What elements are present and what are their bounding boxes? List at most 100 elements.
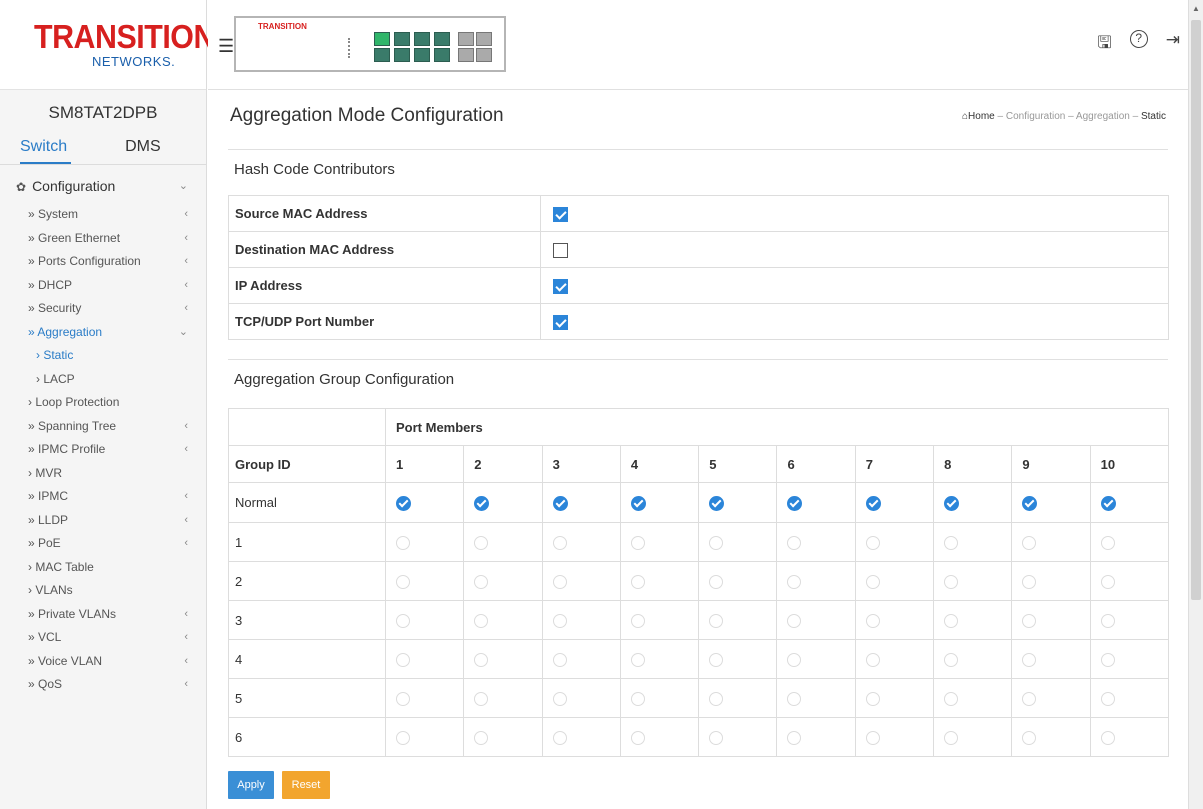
sidebar-item-vlans[interactable]: › VLANs [0, 579, 206, 603]
port-radio[interactable] [1022, 652, 1037, 667]
sidebar-item-loop-protection[interactable]: › Loop Protection [0, 391, 206, 415]
tab-dms[interactable]: DMS [125, 135, 161, 164]
port-radio[interactable] [787, 730, 802, 745]
port-radio[interactable] [787, 535, 802, 550]
sidebar-item-lldp[interactable]: » LLDP ‹ [0, 509, 206, 533]
port-radio[interactable] [630, 691, 645, 706]
port-radio[interactable] [865, 691, 880, 706]
sidebar-item-vcl[interactable]: » VCL ‹ [0, 626, 206, 650]
port-radio[interactable] [1100, 730, 1115, 745]
sidebar-item-static[interactable]: › Static [0, 344, 206, 368]
port-radio[interactable] [787, 574, 802, 589]
port-radio[interactable] [865, 613, 880, 628]
port-radio[interactable] [865, 535, 880, 550]
sidebar-item-qos[interactable]: » QoS ‹ [0, 673, 206, 697]
checkbox[interactable] [553, 242, 568, 258]
checkbox[interactable] [553, 278, 568, 294]
port-radio[interactable] [944, 495, 960, 511]
port-radio[interactable] [1100, 574, 1115, 589]
port-radio[interactable] [396, 652, 410, 667]
apply-button[interactable]: Apply [228, 771, 274, 799]
port-radio[interactable] [944, 613, 959, 628]
scrollbar[interactable]: ▲ [1188, 0, 1203, 809]
port-radio[interactable] [552, 495, 568, 511]
port-radio[interactable] [944, 574, 959, 589]
port-radio[interactable] [865, 652, 880, 667]
sidebar-item-system[interactable]: » System ‹ [0, 203, 206, 227]
logout-icon[interactable]: ⇥ [1166, 30, 1180, 59]
sidebar-item-mvr[interactable]: › MVR [0, 462, 206, 486]
port-radio[interactable] [474, 495, 490, 511]
port-radio[interactable] [1100, 613, 1115, 628]
port-radio[interactable] [630, 730, 645, 745]
port-radio[interactable] [1022, 535, 1037, 550]
port-7[interactable] [434, 32, 450, 46]
sidebar-item-spanning-tree[interactable]: » Spanning Tree ‹ [0, 415, 206, 439]
hamburger-menu-icon[interactable]: ☰ [218, 36, 234, 57]
port-radio[interactable] [865, 574, 880, 589]
port-radio[interactable] [474, 535, 489, 550]
port-radio[interactable] [474, 574, 489, 589]
breadcrumb-configuration[interactable]: Configuration [1006, 111, 1065, 122]
port-radio[interactable] [396, 495, 411, 511]
reset-button[interactable]: Reset [282, 771, 330, 799]
sidebar-item-poe[interactable]: » PoE ‹ [0, 532, 206, 556]
sidebar-item-mac-table[interactable]: › MAC Table [0, 556, 206, 580]
port-radio[interactable] [865, 730, 880, 745]
port-radio[interactable] [396, 574, 410, 589]
port-3[interactable] [394, 32, 410, 46]
port-5[interactable] [414, 32, 430, 46]
port-sfp-9[interactable] [476, 32, 492, 46]
port-2[interactable] [374, 48, 390, 62]
port-radio[interactable] [865, 495, 881, 511]
port-radio[interactable] [1022, 613, 1037, 628]
port-radio[interactable] [474, 730, 489, 745]
checkbox[interactable] [553, 206, 568, 222]
logo[interactable]: TRANSITION NETWORKS. [0, 0, 215, 90]
port-1[interactable] [374, 32, 390, 46]
port-radio[interactable] [474, 613, 489, 628]
sidebar-item-ipmc-profile[interactable]: » IPMC Profile ‹ [0, 438, 206, 462]
port-radio[interactable] [630, 535, 645, 550]
port-radio[interactable] [1022, 691, 1037, 706]
port-radio[interactable] [709, 535, 724, 550]
port-radio[interactable] [396, 730, 410, 745]
port-radio[interactable] [787, 691, 802, 706]
port-radio[interactable] [1022, 495, 1038, 511]
port-radio[interactable] [1022, 574, 1037, 589]
port-radio[interactable] [709, 652, 724, 667]
port-radio[interactable] [787, 652, 802, 667]
port-radio[interactable] [944, 691, 959, 706]
port-radio[interactable] [552, 613, 567, 628]
port-radio[interactable] [552, 730, 567, 745]
port-radio[interactable] [552, 535, 567, 550]
port-radio[interactable] [474, 652, 489, 667]
port-radio[interactable] [1100, 535, 1115, 550]
port-radio[interactable] [630, 652, 645, 667]
port-radio[interactable] [709, 730, 724, 745]
sidebar-item-lacp[interactable]: › LACP [0, 368, 206, 392]
sidebar-item-security[interactable]: » Security ‹ [0, 297, 206, 321]
port-radio[interactable] [944, 652, 959, 667]
port-4[interactable] [394, 48, 410, 62]
help-icon[interactable]: ? [1129, 30, 1148, 48]
sidebar-item-configuration[interactable]: ✿ Configuration ⌄ [0, 169, 206, 203]
port-radio[interactable] [630, 613, 645, 628]
port-radio[interactable] [944, 730, 959, 745]
switch-front-panel[interactable]: TRANSITION [234, 16, 506, 72]
port-radio[interactable] [552, 574, 567, 589]
port-radio[interactable] [709, 691, 724, 706]
port-radio[interactable] [552, 691, 567, 706]
port-radio[interactable] [396, 535, 410, 550]
port-radio[interactable] [1100, 691, 1115, 706]
port-radio[interactable] [1100, 495, 1116, 511]
port-radio[interactable] [787, 613, 802, 628]
scroll-up-icon[interactable]: ▲ [1192, 4, 1200, 13]
save-icon[interactable]: 🖫 [1097, 30, 1111, 59]
sidebar-item-private-vlans[interactable]: » Private VLANs ‹ [0, 603, 206, 627]
tab-switch[interactable]: Switch [20, 135, 72, 164]
port-radio[interactable] [944, 535, 959, 550]
sidebar-item-green-ethernet[interactable]: » Green Ethernet ‹ [0, 227, 206, 251]
port-radio[interactable] [396, 613, 410, 628]
sidebar-item-dhcp[interactable]: » DHCP ‹ [0, 274, 206, 298]
